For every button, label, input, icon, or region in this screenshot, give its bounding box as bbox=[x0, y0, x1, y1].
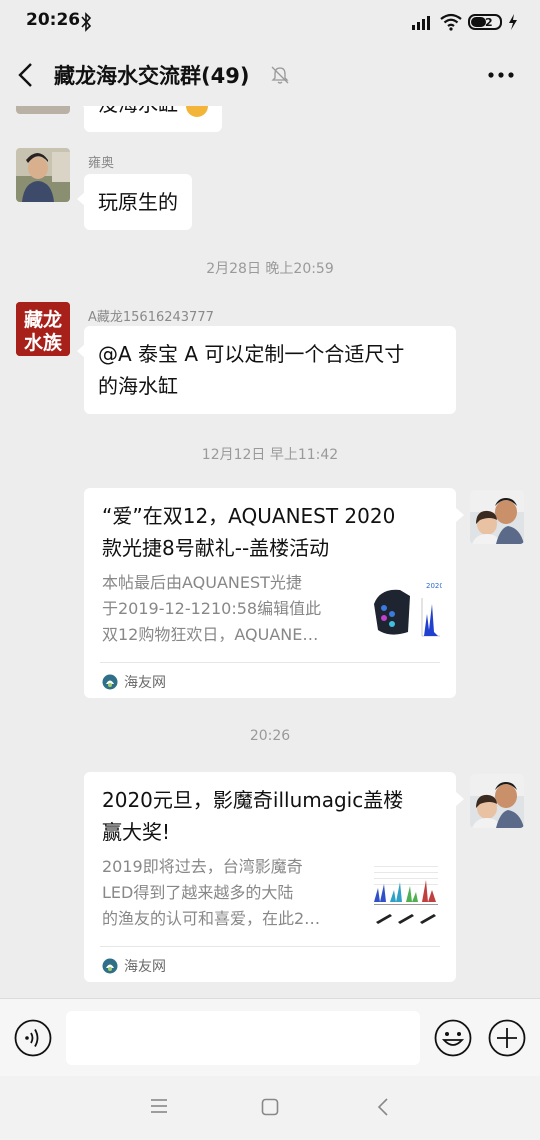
chat-header: 藏龙海水交流群(49) bbox=[0, 44, 540, 106]
card-source-name: 海友网 bbox=[124, 675, 166, 691]
link-card[interactable]: 2020元旦，影魔奇illumagic盖楼 赢大奖! 2019即将过去，台湾影魔… bbox=[84, 772, 464, 982]
card-desc-line: LED得到了越来越多的大陆 bbox=[102, 883, 294, 902]
home-icon[interactable] bbox=[261, 1098, 279, 1116]
card-desc-line: 本帖最后由AQUANEST光捷 bbox=[102, 573, 302, 592]
emoji-icon bbox=[186, 106, 209, 117]
battery-level: 42 bbox=[477, 15, 493, 29]
card-desc-line: 的渔友的认可和喜爱，在此2… bbox=[102, 909, 321, 928]
message-text-line: @A 泰宝 A 可以定制一个合适尺寸 bbox=[98, 342, 405, 366]
battery-icon: 42 bbox=[468, 14, 502, 30]
message-text-line: 的海水缸 bbox=[98, 374, 178, 398]
svg-text:2020: 2020 bbox=[426, 582, 442, 590]
card-title-line: 赢大奖! bbox=[102, 820, 171, 844]
card-desc-line: 双12购物狂欢日，AQUANE… bbox=[102, 625, 319, 644]
status-time: 20:26 bbox=[26, 10, 81, 30]
avatar-logo: 藏龙 水族 bbox=[16, 302, 70, 356]
message-input[interactable] bbox=[66, 1011, 420, 1065]
charging-icon bbox=[509, 14, 517, 30]
card-thumbnail bbox=[370, 858, 442, 930]
card-title: 2020元旦，影魔奇illumagic盖楼 赢大奖! bbox=[102, 784, 442, 848]
emoji-icon[interactable] bbox=[434, 1019, 472, 1057]
menu-icon[interactable] bbox=[150, 1098, 168, 1114]
message-bubble[interactable]: @A 泰宝 A 可以定制一个合适尺寸 的海水缸 bbox=[77, 326, 456, 414]
avatar-photo bbox=[470, 490, 524, 544]
card-description: 本帖最后由AQUANEST光捷 于2019-12-1210:58编辑值此 双12… bbox=[102, 570, 348, 648]
message-bubble[interactable]: 玩原生的 bbox=[77, 174, 192, 230]
card-title-line: “爱”在双12，AQUANEST 2020 bbox=[102, 504, 396, 528]
more-options-icon[interactable] bbox=[488, 72, 514, 78]
card-separator bbox=[100, 662, 440, 663]
system-navigation-bar bbox=[0, 1076, 540, 1140]
chat-messages[interactable]: 没海水缸 雍奥 玩原生的 2月28日 晚上20:59 藏龙 水族 A藏龙1561… bbox=[0, 106, 540, 998]
source-logo-icon bbox=[102, 674, 118, 690]
link-card[interactable]: “爱”在双12，AQUANEST 2020 款光捷8号献礼--盖楼活动 本帖最后… bbox=[84, 488, 464, 698]
avatar-photo bbox=[16, 148, 70, 202]
card-separator bbox=[100, 946, 440, 947]
avatar-text-top: 藏龙 bbox=[24, 308, 62, 331]
card-description: 2019即将过去，台湾影魔奇 LED得到了越来越多的大陆 的渔友的认可和喜爱，在… bbox=[102, 854, 348, 932]
message-input-bar bbox=[0, 998, 540, 1076]
timestamp: 12月12日 早上11:42 bbox=[201, 447, 339, 463]
card-thumbnail: 2020 bbox=[370, 574, 442, 646]
status-icons: 42 bbox=[412, 12, 518, 32]
chat-title: 藏龙海水交流群(49) bbox=[54, 64, 250, 88]
avatar-text-bottom: 水族 bbox=[24, 331, 63, 354]
card-title: “爱”在双12，AQUANEST 2020 款光捷8号献礼--盖楼活动 bbox=[102, 500, 442, 564]
own-avatar[interactable] bbox=[470, 774, 524, 828]
back-arrow-icon[interactable] bbox=[14, 61, 38, 89]
mute-bell-icon bbox=[271, 66, 289, 84]
voice-input-icon[interactable] bbox=[14, 1019, 52, 1057]
source-logo-icon bbox=[102, 958, 118, 974]
card-source: 海友网 bbox=[102, 956, 166, 976]
avatar[interactable]: 藏龙 水族 bbox=[16, 302, 70, 356]
message-bubble[interactable]: 没海水缸 bbox=[76, 106, 223, 132]
avatar[interactable] bbox=[16, 106, 70, 114]
card-title-line: 款光捷8号献礼--盖楼活动 bbox=[102, 536, 330, 560]
signal-icon bbox=[412, 16, 430, 30]
back-nav-icon[interactable] bbox=[377, 1098, 389, 1116]
avatar[interactable] bbox=[16, 148, 70, 202]
timestamp: 20:26 bbox=[249, 728, 291, 744]
message-text: 没海水缸 bbox=[98, 106, 178, 116]
card-source-name: 海友网 bbox=[124, 959, 166, 975]
sender-name: A藏龙15616243777 bbox=[88, 310, 214, 325]
timestamp: 2月28日 晚上20:59 bbox=[206, 261, 334, 277]
wifi-icon bbox=[440, 13, 462, 31]
avatar-photo bbox=[470, 774, 524, 828]
status-bar: 20:26 42 bbox=[0, 0, 540, 44]
message-text: 玩原生的 bbox=[98, 190, 178, 214]
card-desc-line: 2019即将过去，台湾影魔奇 bbox=[102, 857, 303, 876]
card-desc-line: 于2019-12-1210:58编辑值此 bbox=[102, 599, 322, 618]
sender-name: 雍奥 bbox=[88, 156, 115, 171]
own-avatar[interactable] bbox=[470, 490, 524, 544]
add-attachment-icon[interactable] bbox=[488, 1019, 526, 1057]
card-title-line: 2020元旦，影魔奇illumagic盖楼 bbox=[102, 788, 404, 812]
bluetooth-icon bbox=[81, 12, 92, 32]
card-source: 海友网 bbox=[102, 672, 166, 692]
